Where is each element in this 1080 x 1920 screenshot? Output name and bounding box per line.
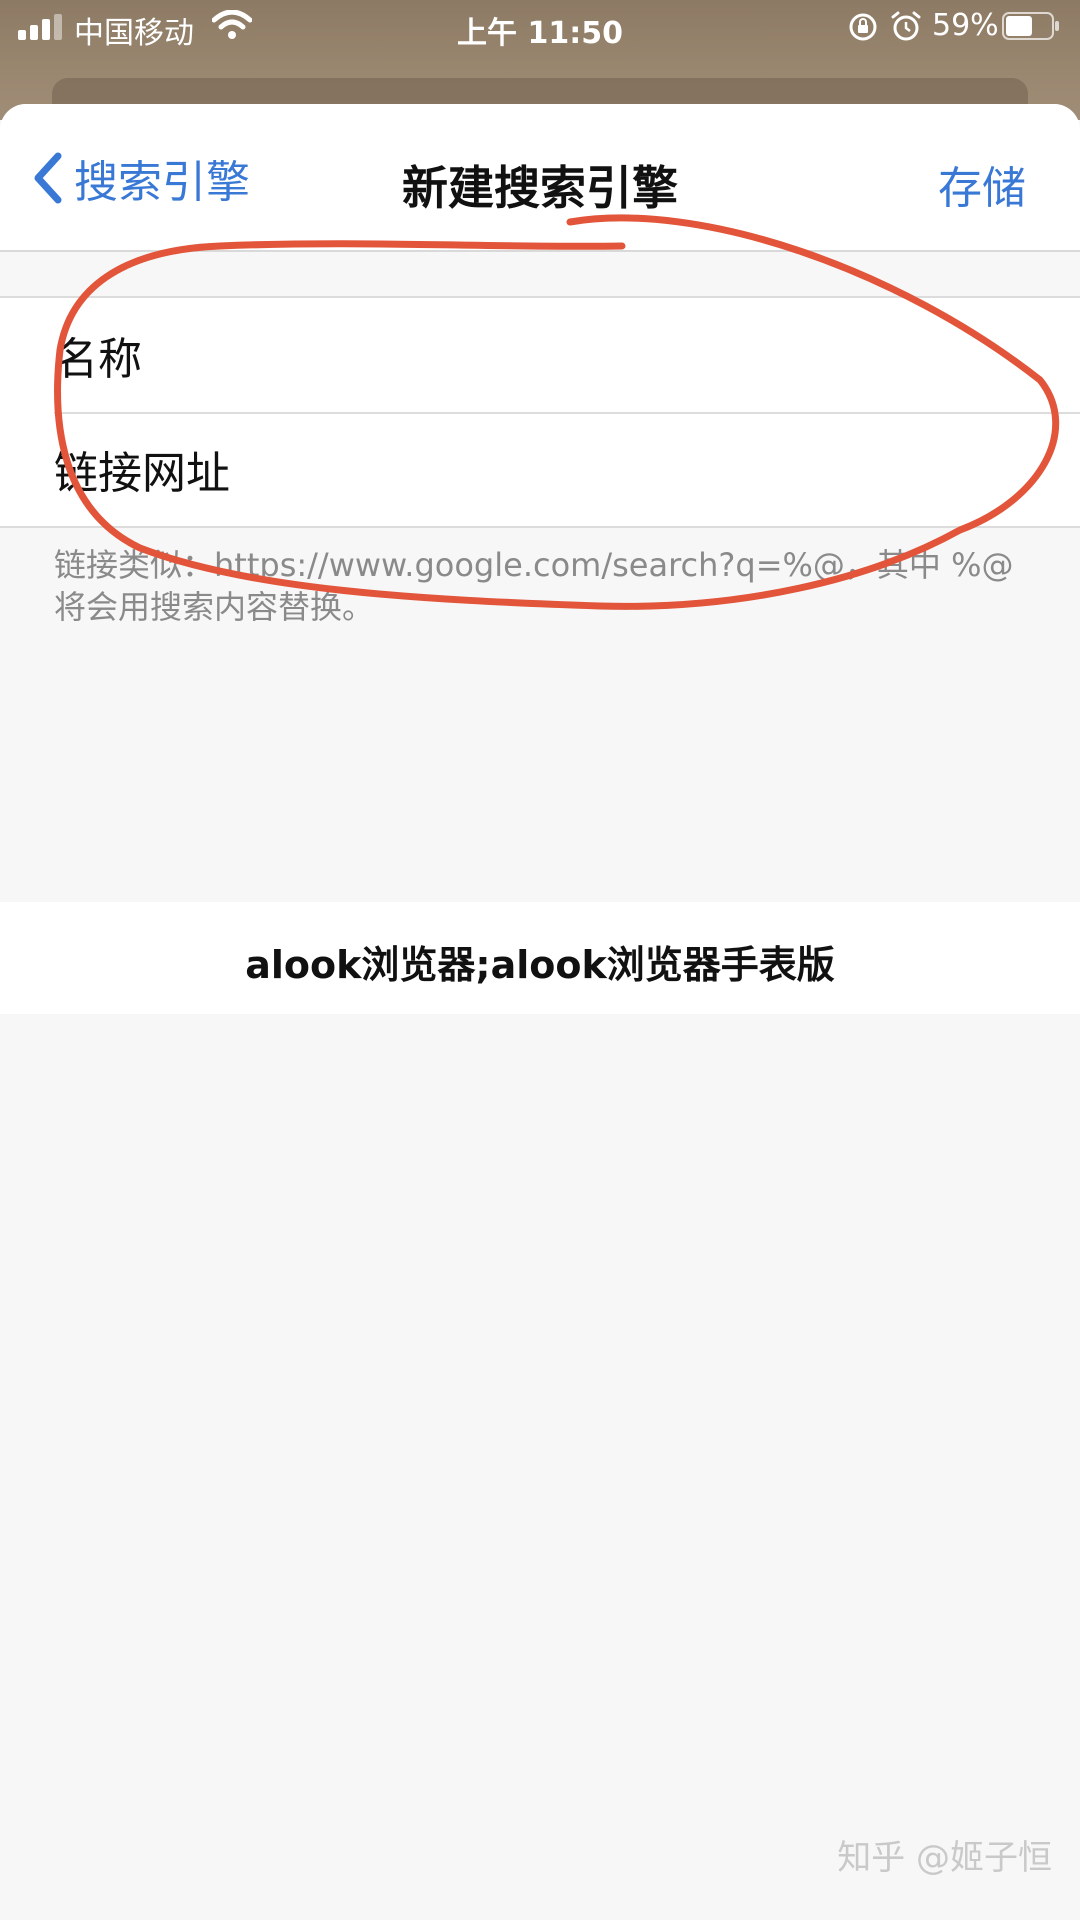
caption-banner: alook浏览器;alook浏览器手表版: [0, 902, 1080, 1014]
name-input[interactable]: [300, 322, 1040, 388]
url-label: 链接网址: [54, 448, 230, 499]
navigation-bar: 搜索引擎 新建搜索引擎 存储: [0, 104, 1080, 252]
url-row[interactable]: 链接网址: [0, 412, 1080, 526]
page-title: 新建搜索引擎: [402, 161, 678, 215]
name-row[interactable]: 名称: [0, 298, 1080, 412]
battery-icon: [1002, 12, 1059, 40]
watermark: 知乎 @姬子恒: [837, 1838, 1052, 1878]
battery-percent: 59%: [932, 8, 999, 43]
url-hint-text: 链接类似：https://www.google.com/search?q=%@，…: [54, 546, 1014, 626]
caption-text: alook浏览器;alook浏览器手表版: [245, 943, 835, 987]
name-label: 名称: [54, 334, 142, 385]
form-group: 名称 链接网址: [0, 296, 1080, 528]
orientation-lock-icon: [849, 13, 877, 41]
alarm-icon: [891, 11, 921, 41]
save-button[interactable]: 存储: [938, 152, 1026, 216]
url-input[interactable]: [300, 436, 1040, 502]
status-bar: 中国移动 上午 11:50 59%: [0, 0, 1080, 56]
